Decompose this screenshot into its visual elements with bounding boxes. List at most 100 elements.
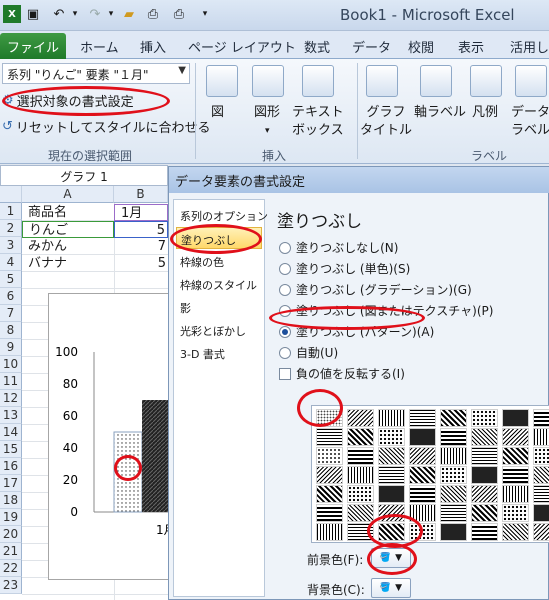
cell-a3[interactable]: みかん xyxy=(22,238,114,255)
pattern-swatch[interactable] xyxy=(502,485,529,503)
column-header-b[interactable]: B xyxy=(114,186,168,203)
pattern-swatch[interactable] xyxy=(471,504,498,522)
row-header[interactable]: 7 xyxy=(0,305,22,322)
reset-style-button[interactable]: ↺ リセットしてスタイルに合わせる xyxy=(2,117,211,136)
pattern-swatch[interactable] xyxy=(440,409,467,427)
row-header[interactable]: 14 xyxy=(0,424,22,441)
textbox-icon[interactable] xyxy=(302,65,334,97)
row-header[interactable]: 2 xyxy=(0,220,22,237)
pattern-swatch[interactable] xyxy=(502,504,529,522)
option-no-fill[interactable]: 塗りつぶしなし(N) xyxy=(279,239,398,256)
pattern-swatch[interactable] xyxy=(471,447,498,465)
column-header-a[interactable]: A xyxy=(22,186,114,203)
row-header[interactable]: 22 xyxy=(0,560,22,577)
pattern-swatch[interactable] xyxy=(440,485,467,503)
customize-toolbar-icon[interactable]: ▾ xyxy=(196,5,214,23)
option-automatic[interactable]: 自動(U) xyxy=(279,344,338,361)
row-header[interactable]: 19 xyxy=(0,509,22,526)
pattern-swatch[interactable] xyxy=(378,485,405,503)
tab-review[interactable]: 校閲 xyxy=(408,37,434,56)
cell-b1[interactable]: 1月 xyxy=(114,204,168,221)
pattern-swatch[interactable] xyxy=(533,409,549,427)
pattern-swatch[interactable] xyxy=(378,409,405,427)
nav-border-style[interactable]: 枠線のスタイル xyxy=(176,273,262,295)
row-header[interactable]: 4 xyxy=(0,254,22,271)
pattern-swatch[interactable] xyxy=(409,428,436,446)
tab-page-layout[interactable]: ページ レイアウト xyxy=(188,37,296,56)
tab-view[interactable]: 表示 xyxy=(458,37,484,56)
row-header[interactable]: 5 xyxy=(0,271,22,288)
pattern-swatch[interactable] xyxy=(440,428,467,446)
pattern-swatch[interactable] xyxy=(533,428,549,446)
tab-home[interactable]: ホーム xyxy=(80,37,119,56)
pattern-swatch[interactable] xyxy=(502,466,529,484)
row-header[interactable]: 3 xyxy=(0,237,22,254)
pattern-swatch[interactable] xyxy=(440,466,467,484)
pattern-swatch[interactable] xyxy=(471,523,498,541)
pattern-swatch[interactable] xyxy=(409,409,436,427)
pattern-swatch[interactable] xyxy=(471,428,498,446)
row-header[interactable]: 18 xyxy=(0,492,22,509)
row-header[interactable]: 11 xyxy=(0,373,22,390)
pattern-swatch[interactable] xyxy=(533,523,549,541)
pattern-swatch[interactable] xyxy=(347,409,374,427)
option-gradient-fill[interactable]: 塗りつぶし (グラデーション)(G) xyxy=(279,281,472,298)
cell-a1[interactable]: 商品名 xyxy=(22,204,114,221)
pattern-swatch[interactable] xyxy=(316,523,343,541)
select-all-corner[interactable] xyxy=(0,186,22,203)
row-header[interactable]: 16 xyxy=(0,458,22,475)
pattern-swatch[interactable] xyxy=(533,485,549,503)
pattern-swatch[interactable] xyxy=(316,504,343,522)
row-header[interactable]: 13 xyxy=(0,407,22,424)
tab-formulas[interactable]: 数式 xyxy=(304,37,330,56)
pattern-swatch[interactable] xyxy=(502,523,529,541)
excel-logo-icon[interactable]: X xyxy=(3,5,21,23)
pattern-swatch[interactable] xyxy=(502,409,529,427)
pattern-swatch[interactable] xyxy=(316,447,343,465)
pattern-swatch[interactable] xyxy=(440,447,467,465)
nav-shadow[interactable]: 影 xyxy=(176,296,262,318)
row-header[interactable]: 10 xyxy=(0,356,22,373)
pattern-swatch[interactable] xyxy=(347,485,374,503)
nav-3d-format[interactable]: 3-D 書式 xyxy=(176,342,262,364)
redo-dropdown-icon[interactable]: ▾ xyxy=(102,5,120,23)
row-header[interactable]: 12 xyxy=(0,390,22,407)
picture-icon[interactable] xyxy=(206,65,238,97)
pattern-swatch[interactable] xyxy=(347,504,374,522)
pattern-swatch[interactable] xyxy=(471,409,498,427)
chart-title-icon[interactable] xyxy=(366,65,398,97)
pattern-swatch[interactable] xyxy=(533,447,549,465)
name-box[interactable]: グラフ 1 xyxy=(0,165,168,186)
data-labels-icon[interactable] xyxy=(515,65,547,97)
row-header[interactable]: 23 xyxy=(0,577,22,594)
bar-series-2[interactable] xyxy=(142,400,170,512)
legend-icon[interactable] xyxy=(470,65,502,97)
option-solid-fill[interactable]: 塗りつぶし (単色)(S) xyxy=(279,260,410,277)
cell-b3[interactable]: 7 xyxy=(114,238,168,255)
undo-dropdown-icon[interactable]: ▾ xyxy=(66,5,84,23)
tab-more[interactable]: 活用し xyxy=(510,37,549,56)
shapes-dropdown-icon[interactable]: ▾ xyxy=(265,122,270,140)
pattern-swatch[interactable] xyxy=(471,466,498,484)
pattern-swatch[interactable] xyxy=(378,466,405,484)
row-header[interactable]: 9 xyxy=(0,339,22,356)
tab-file[interactable]: ファイル xyxy=(0,33,66,59)
row-header[interactable]: 15 xyxy=(0,441,22,458)
row-header[interactable]: 8 xyxy=(0,322,22,339)
row-header[interactable]: 20 xyxy=(0,526,22,543)
print-icon[interactable]: ⎙ xyxy=(170,5,188,23)
cell-b4[interactable]: 5 xyxy=(114,255,168,272)
cell-b2[interactable]: 5 xyxy=(114,221,168,238)
axis-title-icon[interactable] xyxy=(420,65,452,97)
pattern-swatch[interactable] xyxy=(409,447,436,465)
pattern-swatch[interactable] xyxy=(440,504,467,522)
row-header[interactable]: 17 xyxy=(0,475,22,492)
pattern-swatch[interactable] xyxy=(502,447,529,465)
pattern-swatch[interactable] xyxy=(471,485,498,503)
shapes-icon[interactable] xyxy=(252,65,284,97)
pattern-swatch[interactable] xyxy=(533,504,549,522)
row-header[interactable]: 21 xyxy=(0,543,22,560)
pattern-grid[interactable] xyxy=(311,405,549,543)
row-header[interactable]: 1 xyxy=(0,203,22,220)
pattern-swatch[interactable] xyxy=(440,523,467,541)
